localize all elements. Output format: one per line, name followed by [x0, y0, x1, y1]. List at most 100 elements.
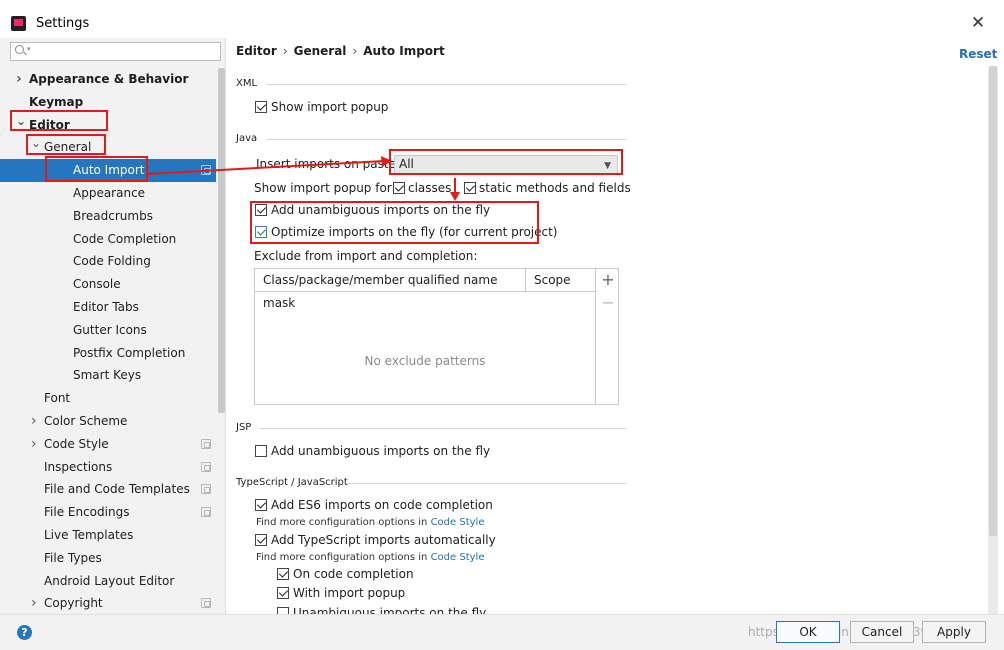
sidebar-item-label: File Encodings: [44, 505, 130, 520]
sidebar-item-font[interactable]: Font: [0, 387, 216, 410]
sidebar-item-auto-import[interactable]: Auto Import: [0, 159, 216, 182]
section-divider: [266, 139, 626, 140]
add-icon[interactable]: +: [596, 269, 620, 292]
add-unambiguous-imports-checkbox[interactable]: [255, 204, 267, 216]
cancel-button[interactable]: Cancel: [850, 621, 914, 643]
section-ts-label: TypeScript / JavaScript: [236, 477, 348, 488]
settings-search[interactable]: ▾: [10, 42, 221, 61]
typescript-imports-checkbox[interactable]: [255, 534, 267, 546]
sidebar-item-appearance-behavior[interactable]: › Appearance & Behavior: [0, 68, 216, 91]
content-scrollbar-thumb[interactable]: [989, 66, 997, 536]
sidebar-item-label: Code Folding: [73, 254, 151, 269]
sidebar-item-file-encodings[interactable]: File Encodings: [0, 501, 216, 524]
sidebar-item-keymap[interactable]: Keymap: [0, 91, 216, 114]
sidebar-item-postfix-completion[interactable]: Postfix Completion: [0, 342, 216, 365]
optimize-imports-checkbox[interactable]: [255, 226, 267, 238]
chevron-right-icon[interactable]: ›: [31, 592, 37, 614]
sidebar-item-label: File and Code Templates: [44, 482, 190, 497]
sidebar-item-android-layout-editor[interactable]: Android Layout Editor: [0, 570, 216, 593]
search-input[interactable]: [33, 43, 218, 60]
project-scope-icon: [201, 461, 211, 472]
chevron-down-icon[interactable]: ⌄: [31, 132, 41, 155]
sidebar-item-smart-keys[interactable]: Smart Keys: [0, 364, 216, 387]
es6-imports-label: Add ES6 imports on code completion: [271, 498, 493, 512]
chevron-down-icon[interactable]: ⌄: [16, 110, 26, 133]
sidebar-item-console[interactable]: Console: [0, 273, 216, 296]
chevron-right-icon[interactable]: ›: [31, 410, 37, 433]
sidebar-item-label: Appearance & Behavior: [29, 72, 189, 86]
sidebar-item-label: General: [44, 140, 92, 155]
sidebar-item-file-and-code-templates[interactable]: File and Code Templates: [0, 478, 216, 501]
sidebar-item-inspections[interactable]: Inspections: [0, 456, 216, 479]
sidebar-item-breadcrumbs[interactable]: Breadcrumbs: [0, 205, 216, 228]
content-scrollbar[interactable]: [988, 66, 998, 614]
sidebar-item-appearance[interactable]: Appearance: [0, 182, 216, 205]
sidebar-item-code-completion[interactable]: Code Completion: [0, 228, 216, 251]
ok-button[interactable]: OK: [776, 621, 840, 643]
breadcrumb-separator: ›: [282, 44, 288, 58]
sidebar-item-editor-tabs[interactable]: Editor Tabs: [0, 296, 216, 319]
chevron-right-icon[interactable]: ›: [16, 68, 22, 91]
column-header-name-mask[interactable]: Class/package/member qualified name mask: [255, 269, 526, 310]
typescript-imports-label: Add TypeScript imports automatically: [271, 533, 496, 547]
sidebar-item-code-folding[interactable]: Code Folding: [0, 250, 216, 273]
es6-code-style-hint: Find more configuration options in Code …: [256, 517, 484, 528]
breadcrumb-separator: ›: [352, 44, 358, 58]
sidebar-item-label: Editor Tabs: [73, 299, 139, 314]
search-icon: [15, 45, 24, 54]
breadcrumb-item-editor: Editor: [236, 44, 277, 58]
hint-text: Find more configuration options in: [256, 517, 428, 528]
sidebar-item-gutter-icons[interactable]: Gutter Icons: [0, 319, 216, 342]
sidebar-item-label: Keymap: [29, 94, 84, 109]
section-java: Java: [236, 133, 626, 144]
sidebar-item-copyright[interactable]: › Copyright: [0, 592, 216, 614]
project-scope-icon: [201, 598, 211, 609]
title-bar: Settings ✕: [0, 10, 1004, 38]
with-import-popup-label: With import popup: [293, 586, 406, 600]
remove-icon[interactable]: −: [596, 292, 620, 315]
ts-code-style-hint: Find more configuration options in Code …: [256, 552, 484, 563]
code-style-link[interactable]: Code Style: [431, 552, 485, 563]
table-toolbar: + −: [595, 269, 619, 404]
column-header-scope[interactable]: Scope: [526, 269, 595, 292]
classes-label: classes: [408, 181, 452, 195]
sidebar-item-color-scheme[interactable]: › Color Scheme: [0, 410, 216, 433]
section-divider: [260, 428, 626, 429]
jsp-add-unambiguous-checkbox[interactable]: [255, 445, 267, 457]
sidebar-item-live-templates[interactable]: Live Templates: [0, 524, 216, 547]
sidebar-scrollbar[interactable]: [218, 68, 225, 413]
close-icon[interactable]: ✕: [968, 12, 988, 34]
exclude-patterns-table: Class/package/member qualified name mask…: [254, 268, 619, 405]
classes-checkbox[interactable]: [393, 182, 405, 194]
sidebar-item-code-style[interactable]: › Code Style: [0, 433, 216, 456]
show-popup-for-label: Show import popup for:: [254, 181, 396, 195]
section-jsp-label: JSP: [236, 422, 252, 433]
search-options-chevron-icon[interactable]: ▾: [27, 45, 31, 53]
with-import-popup-checkbox[interactable]: [277, 587, 289, 599]
help-icon[interactable]: ?: [17, 625, 32, 640]
unambiguous-imports-label: Unambiguous imports on the fly: [293, 606, 487, 614]
sidebar-item-general[interactable]: ⌄ General: [0, 136, 216, 159]
insert-imports-label: Insert imports on paste:: [256, 157, 401, 171]
sidebar-item-label: Android Layout Editor: [44, 573, 175, 588]
on-code-completion-checkbox[interactable]: [277, 568, 289, 580]
chevron-right-icon[interactable]: ›: [31, 433, 37, 456]
sidebar-item-file-types[interactable]: File Types: [0, 547, 216, 570]
hint-text: Find more configuration options in: [256, 552, 428, 563]
es6-imports-checkbox[interactable]: [255, 499, 267, 511]
intellij-app-icon: [11, 16, 26, 31]
breadcrumb-item-auto-import: Auto Import: [363, 44, 445, 58]
static-methods-checkbox[interactable]: [464, 182, 476, 194]
reset-link[interactable]: Reset: [959, 47, 997, 61]
settings-content: Editor › General › Auto Import Reset XML Sho…: [226, 38, 1004, 614]
code-style-link[interactable]: Code Style: [431, 517, 485, 528]
sidebar-item-label: Auto Import: [73, 163, 145, 178]
insert-imports-select[interactable]: All ▼: [394, 155, 618, 174]
section-jsp: JSP: [236, 422, 626, 433]
apply-button[interactable]: Apply: [922, 621, 986, 643]
unambiguous-imports-checkbox[interactable]: [277, 607, 289, 614]
settings-tree: › Appearance & Behavior Keymap ⌄ Editor ⌄ Gene…: [0, 68, 216, 614]
show-import-popup-checkbox[interactable]: [255, 101, 267, 113]
sidebar-item-label: Code Style: [44, 436, 109, 451]
settings-sidebar: ▾ › Appearance & Behavior Keymap ⌄ Editor ⌄ Ge…: [0, 38, 226, 614]
